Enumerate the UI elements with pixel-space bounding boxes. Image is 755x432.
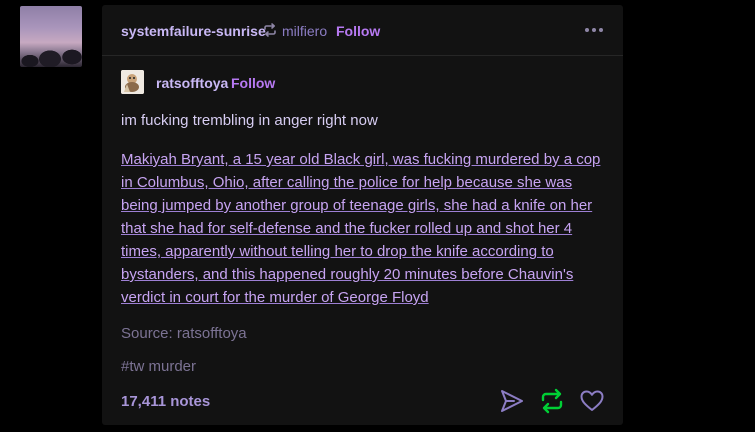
more-icon[interactable] bbox=[585, 22, 605, 38]
reblogger-avatar[interactable] bbox=[20, 6, 82, 67]
post-intro-text: im fucking trembling in anger right now bbox=[121, 112, 378, 129]
reblog-icon bbox=[264, 23, 276, 37]
post-tag[interactable]: #tw murder bbox=[121, 358, 196, 375]
trail-blog-name[interactable]: ratsofftoya bbox=[156, 75, 228, 91]
source-blog-link[interactable]: ratsofftoya bbox=[177, 325, 247, 342]
notes-count[interactable]: 17,411 notes bbox=[121, 393, 210, 410]
reblogged-from-name[interactable]: milfiero bbox=[282, 23, 327, 39]
post-link[interactable]: Makiyah Bryant, a 15 year old Black girl… bbox=[121, 148, 609, 309]
source-label: Source: bbox=[121, 325, 173, 342]
post-card: systemfailure-sunrise milfiero Follow ra… bbox=[102, 5, 623, 425]
follow-trail-button[interactable]: Follow bbox=[231, 75, 275, 91]
source-attribution: Source: ratsofftoya bbox=[121, 325, 247, 342]
reblog-action-icon[interactable] bbox=[539, 388, 565, 414]
post-header: systemfailure-sunrise milfiero Follow bbox=[102, 5, 623, 56]
share-icon[interactable] bbox=[499, 388, 525, 414]
follow-reblogger-button[interactable]: Follow bbox=[336, 23, 380, 39]
reblogger-name[interactable]: systemfailure-sunrise bbox=[121, 23, 266, 39]
trail-avatar[interactable] bbox=[121, 70, 144, 94]
heart-icon[interactable] bbox=[579, 388, 605, 414]
